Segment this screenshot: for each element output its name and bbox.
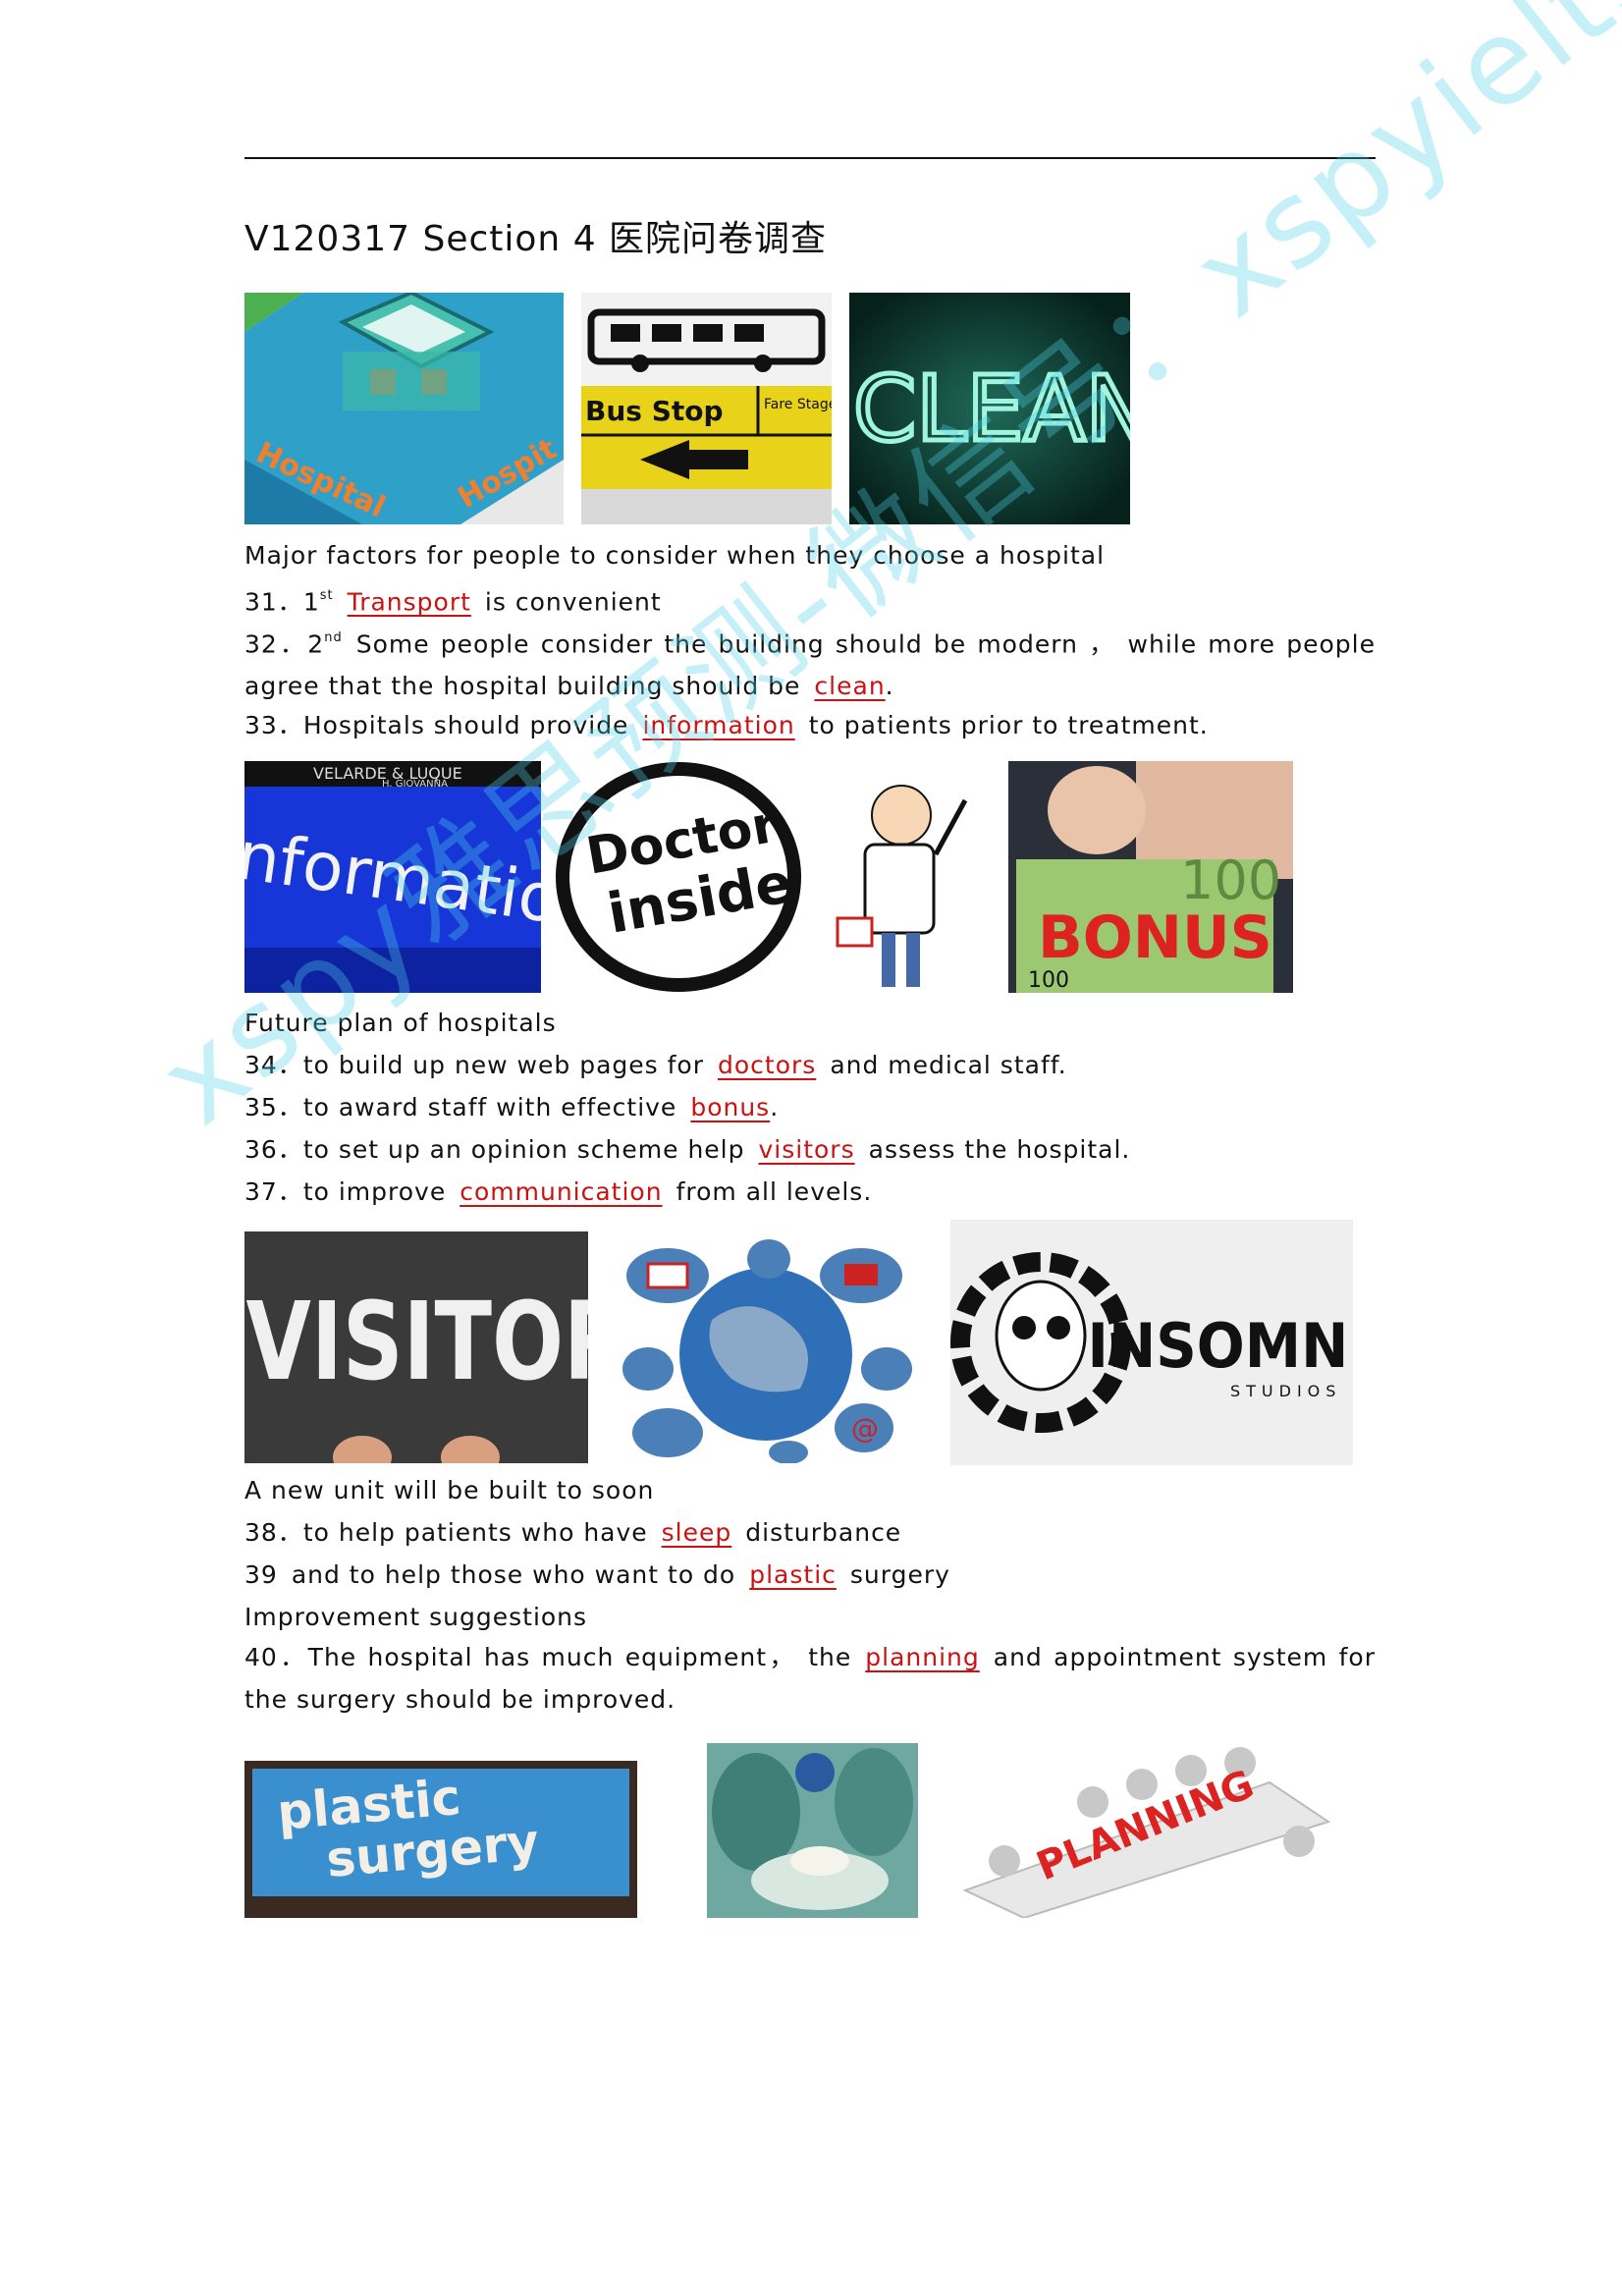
q38-number: 38． — [244, 1518, 303, 1547]
fare-stage-text: Fare Stage — [764, 397, 832, 412]
plastic-surgery-image: plastic surgery — [244, 1761, 637, 1918]
q36-end: assess the hospital. — [868, 1135, 1131, 1164]
header-rule — [244, 157, 1376, 159]
visitor-text: VISITOR — [246, 1280, 588, 1405]
q34-end: and medical staff. — [830, 1051, 1067, 1079]
svg-text:@: @ — [851, 1412, 879, 1445]
q38-answer: sleep — [661, 1518, 732, 1547]
question-32: 32．2nd Some people consider the building … — [244, 619, 1376, 707]
insomnia-image: INSOMNIA STUDIOS — [950, 1220, 1353, 1465]
question-31: 31．1st Transport is convenient — [244, 580, 662, 620]
q40-text: The hospital has much equipment， the — [307, 1643, 852, 1671]
doctor-inside-image: Doctor inside — [553, 761, 1004, 993]
q32-end: . — [885, 672, 894, 701]
q35-answer: bonus — [690, 1093, 771, 1121]
q37-number: 37． — [244, 1177, 303, 1206]
section1-heading: Major factors for people to consider whe… — [244, 541, 1106, 570]
planning-image: PLANNING — [946, 1743, 1338, 1918]
clean-neon-image: CLEAN — [849, 293, 1130, 524]
q39-number: 39 — [244, 1560, 278, 1589]
q37-text: to improve — [302, 1177, 447, 1206]
section4-heading: Improvement suggestions — [244, 1603, 588, 1631]
bus-stop-text: Bus Stop — [585, 395, 724, 427]
q31-number: 31． — [244, 587, 303, 617]
q40-answer: planning — [865, 1643, 980, 1671]
question-40: 40．The hospital has much equipment， the p… — [244, 1636, 1376, 1721]
q36-text: to set up an opinion scheme help — [302, 1135, 745, 1164]
q35-text: to award staff with effective — [302, 1093, 677, 1121]
hospital-image: Hospital Hospit — [244, 293, 564, 524]
q32-ordinal-suffix: nd — [324, 630, 343, 645]
insomnia-text: INSOMNIA — [1088, 1311, 1354, 1382]
q35-number: 35． — [244, 1093, 303, 1121]
information-image: VELARDE & LUQUE H. GIOVANNA nformation — [244, 761, 541, 993]
q33-number: 33． — [244, 711, 303, 739]
q31-text: is convenient — [484, 587, 662, 617]
information-banner-text-2: H. GIOVANNA — [382, 779, 448, 790]
q34-answer: doctors — [718, 1051, 817, 1079]
q35-end: . — [770, 1093, 780, 1121]
question-38: 38．to help patients who have sleep disturb… — [244, 1515, 901, 1551]
question-37: 37．to improve communication from all level… — [244, 1175, 872, 1210]
question-36: 36．to set up an opinion scheme help visit… — [244, 1132, 1130, 1168]
q34-text: to build up new web pages for — [302, 1051, 704, 1079]
bonus-note-text: BONUS — [1038, 903, 1272, 972]
clean-neon-text: CLEAN — [853, 356, 1130, 462]
communication-image: @ — [614, 1231, 918, 1463]
visitor-image: VISITOR — [244, 1231, 588, 1463]
question-34: 34．to build up new web pages for doctors a… — [244, 1048, 1067, 1083]
q31-answer: Transport — [347, 587, 471, 617]
q33-text: Hospitals should provide — [302, 711, 629, 739]
bonus-image: 100 BONUS 100 — [1008, 761, 1293, 993]
question-39: 39 and to help those who want to do plasti… — [244, 1558, 950, 1593]
surgery-photo-image — [707, 1743, 918, 1918]
section3-heading: A new unit will be built to soon — [244, 1476, 655, 1504]
q31-ordinal-suffix: st — [319, 588, 334, 603]
document-title: V120317 Section 4 医院问卷调查 — [244, 219, 828, 259]
question-33: 33．Hospitals should provide information to… — [244, 708, 1209, 743]
q36-answer: visitors — [758, 1135, 855, 1164]
q38-end: disturbance — [745, 1518, 902, 1547]
question-35: 35．to award staff with effective bonus. — [244, 1090, 779, 1125]
q37-answer: communication — [460, 1177, 663, 1206]
studios-text: STUDIOS — [1230, 1382, 1341, 1400]
q32-answer: clean — [814, 672, 886, 701]
bonus-note-number: 100 — [1180, 849, 1281, 911]
section2-heading: Future plan of hospitals — [244, 1009, 557, 1037]
q38-text: to help patients who have — [302, 1518, 648, 1547]
q40-number: 40． — [244, 1643, 308, 1671]
q31-ordinal: 1 — [302, 587, 320, 617]
q33-answer: information — [642, 711, 795, 739]
q33-end: to patients prior to treatment. — [808, 711, 1209, 739]
q37-end: from all levels. — [676, 1177, 873, 1206]
q34-number: 34． — [244, 1051, 303, 1079]
euro-note-value: 100 — [1028, 968, 1069, 993]
q36-number: 36． — [244, 1135, 303, 1164]
q39-answer: plastic — [749, 1560, 837, 1589]
q39-text: and to help those who want to do — [291, 1560, 736, 1589]
q32-text: Some people consider the building should… — [244, 629, 1376, 701]
q39-end: surgery — [849, 1560, 950, 1589]
q32-number: 32．2 — [244, 629, 325, 659]
bus-stop-image: Bus Stop Fare Stage — [581, 293, 832, 524]
